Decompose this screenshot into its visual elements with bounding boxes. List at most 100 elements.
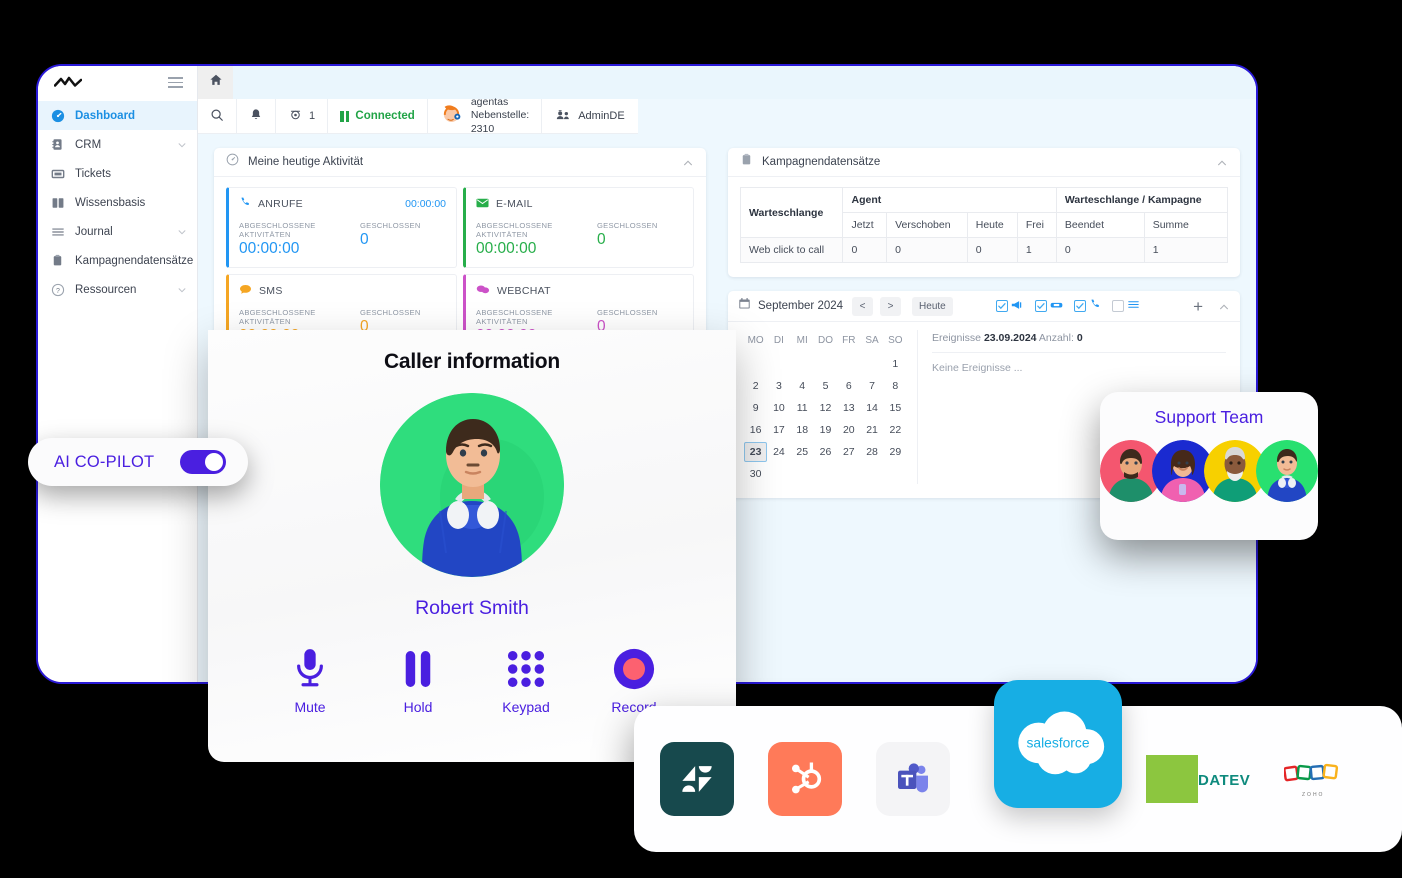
role-chip[interactable]: AdminDE <box>542 99 638 133</box>
calendar-day[interactable]: 28 <box>860 442 883 462</box>
table-row[interactable]: Web click to call 0 0 0 1 0 1 <box>739 237 1229 263</box>
team-avatar-4 <box>1256 440 1318 502</box>
calendar-day[interactable]: 26 <box>814 442 837 462</box>
calendar-day[interactable]: 15 <box>884 398 907 418</box>
calendar-day[interactable]: 29 <box>884 442 907 462</box>
active-calls-button[interactable]: 1 <box>276 99 329 133</box>
chevron-up-icon[interactable] <box>682 156 694 168</box>
record-button[interactable]: Record <box>597 646 671 715</box>
checkbox-checked-icon[interactable] <box>1073 300 1086 312</box>
sidebar-item-tickets[interactable]: Tickets <box>38 159 197 188</box>
calendar-day[interactable]: 16 <box>744 420 767 440</box>
sidebar-item-wissensbasis[interactable]: Wissensbasis <box>38 188 197 217</box>
calendar-day[interactable]: 19 <box>814 420 837 440</box>
calendar-day[interactable]: 18 <box>791 420 814 440</box>
megaphone-icon <box>1011 297 1024 315</box>
agent-toolbar: 1 Connected agentas Nebenstelle: 2310 Ad… <box>198 96 638 135</box>
ai-copilot-label: AI CO-PILOT <box>54 452 155 471</box>
calendar-filter-fax[interactable] <box>1034 297 1063 315</box>
phone-icon <box>1089 297 1101 315</box>
chevron-down-icon[interactable] <box>177 140 187 150</box>
sidebar-item-crm[interactable]: CRM <box>38 130 197 159</box>
checkbox-unchecked-icon[interactable] <box>1111 300 1124 312</box>
calendar-day[interactable]: 20 <box>837 420 860 440</box>
calendar-day[interactable]: 21 <box>860 420 883 440</box>
keypad-button[interactable]: Keypad <box>489 646 563 715</box>
calendar-day-empty <box>744 354 767 374</box>
col-heute: Heute <box>966 212 1018 238</box>
sidebar-item-kampagnendatensaetze[interactable]: Kampagnendatensätze <box>38 246 197 275</box>
agent-user-chip[interactable]: agentas Nebenstelle: 2310 <box>428 96 543 135</box>
chevron-down-icon[interactable] <box>177 285 187 295</box>
checkbox-checked-icon[interactable] <box>995 300 1008 312</box>
calendar-add-button[interactable]: + <box>1185 298 1211 315</box>
calendar-day[interactable]: 30 <box>744 464 767 484</box>
table-group-header-row: Warteschlange Agent Warteschlange / Kamp… <box>739 187 1229 238</box>
campaign-panel: Kampagnendatensätze Warteschlange Agent … <box>728 148 1240 277</box>
integration-salesforce[interactable]: salesforce <box>994 680 1122 808</box>
activity-tile-name: ANRUFE <box>258 198 303 210</box>
integration-zendesk[interactable] <box>660 742 734 816</box>
sidebar-item-ressourcen[interactable]: ? Ressourcen <box>38 275 197 304</box>
cell-frei: 1 <box>1016 237 1057 263</box>
calendar-day[interactable]: 12 <box>814 398 837 418</box>
integration-teams[interactable] <box>876 742 950 816</box>
mute-button[interactable]: Mute <box>273 646 347 715</box>
sidebar-item-dashboard[interactable]: Dashboard <box>38 101 197 130</box>
search-button[interactable] <box>198 99 237 133</box>
contacts-icon <box>50 137 65 152</box>
col-beendet: Beendet <box>1055 212 1145 238</box>
events-count-label: Anzahl: <box>1038 332 1074 344</box>
campaign-panel-header: Kampagnendatensätze <box>728 148 1240 177</box>
calendar-day[interactable]: 2 <box>744 376 767 396</box>
list-icon <box>50 224 65 239</box>
calendar-day[interactable]: 25 <box>791 442 814 462</box>
calendar-day[interactable]: 17 <box>767 420 790 440</box>
calendar-next-button[interactable]: > <box>880 296 902 316</box>
calendar-day[interactable]: 5 <box>814 376 837 396</box>
chevron-down-icon[interactable] <box>177 227 187 237</box>
toggle-on-icon[interactable] <box>180 450 226 474</box>
integration-hubspot[interactable] <box>768 742 842 816</box>
calendar-day[interactable]: 1 <box>884 354 907 374</box>
calendar-filter-list[interactable] <box>1111 297 1140 315</box>
calendar-day[interactable]: 14 <box>860 398 883 418</box>
checkbox-checked-icon[interactable] <box>1034 300 1047 312</box>
calendar-filter-megaphone[interactable] <box>995 297 1024 315</box>
tab-home[interactable] <box>198 66 233 99</box>
activity-tile-anrufe[interactable]: ANRUFE 00:00:00 ABGESCHLOSSENE AKTIVITÄT… <box>226 187 457 268</box>
integration-zoho[interactable]: ZOHO <box>1283 761 1342 798</box>
chevron-up-icon[interactable] <box>1216 156 1228 168</box>
hold-button[interactable]: Hold <box>381 646 455 715</box>
calendar-prev-button[interactable]: < <box>852 296 874 316</box>
notifications-button[interactable] <box>237 99 276 133</box>
calendar-day[interactable]: 10 <box>767 398 790 418</box>
col-warteschlange: Warteschlange <box>739 187 844 238</box>
activity-tile-email[interactable]: E-MAIL ABGESCHLOSSENE AKTIVITÄTEN 00:00:… <box>463 187 694 268</box>
integration-datev[interactable]: DATEV <box>1146 755 1250 803</box>
calendar-day[interactable]: 24 <box>767 442 790 462</box>
calendar-today-button[interactable]: Heute <box>912 296 953 316</box>
activity-tile-timer: 00:00:00 <box>405 198 446 210</box>
hamburger-icon[interactable] <box>168 77 183 88</box>
cell-heute: 0 <box>966 237 1018 263</box>
calendar-day[interactable]: 13 <box>837 398 860 418</box>
zoho-label: ZOHO <box>1302 791 1325 798</box>
calendar-day[interactable]: 22 <box>884 420 907 440</box>
list-icon <box>1127 297 1140 315</box>
calendar-day[interactable]: 7 <box>860 376 883 396</box>
calendar-day[interactable]: 23 <box>744 442 768 462</box>
chevron-up-icon[interactable] <box>1218 300 1230 312</box>
calendar-day[interactable]: 9 <box>744 398 767 418</box>
campaign-table: Warteschlange Agent Warteschlange / Kamp… <box>739 187 1229 263</box>
calendar-day[interactable]: 8 <box>884 376 907 396</box>
calendar-day[interactable]: 6 <box>837 376 860 396</box>
calendar-day[interactable]: 4 <box>791 376 814 396</box>
calendar-filter-phone[interactable] <box>1073 297 1101 315</box>
calendar-day[interactable]: 11 <box>791 398 814 418</box>
calendar-day[interactable]: 3 <box>767 376 790 396</box>
sidebar-item-journal[interactable]: Journal <box>38 217 197 246</box>
connection-status[interactable]: Connected <box>328 99 428 133</box>
sidebar-header <box>38 66 197 99</box>
calendar-day[interactable]: 27 <box>837 442 860 462</box>
